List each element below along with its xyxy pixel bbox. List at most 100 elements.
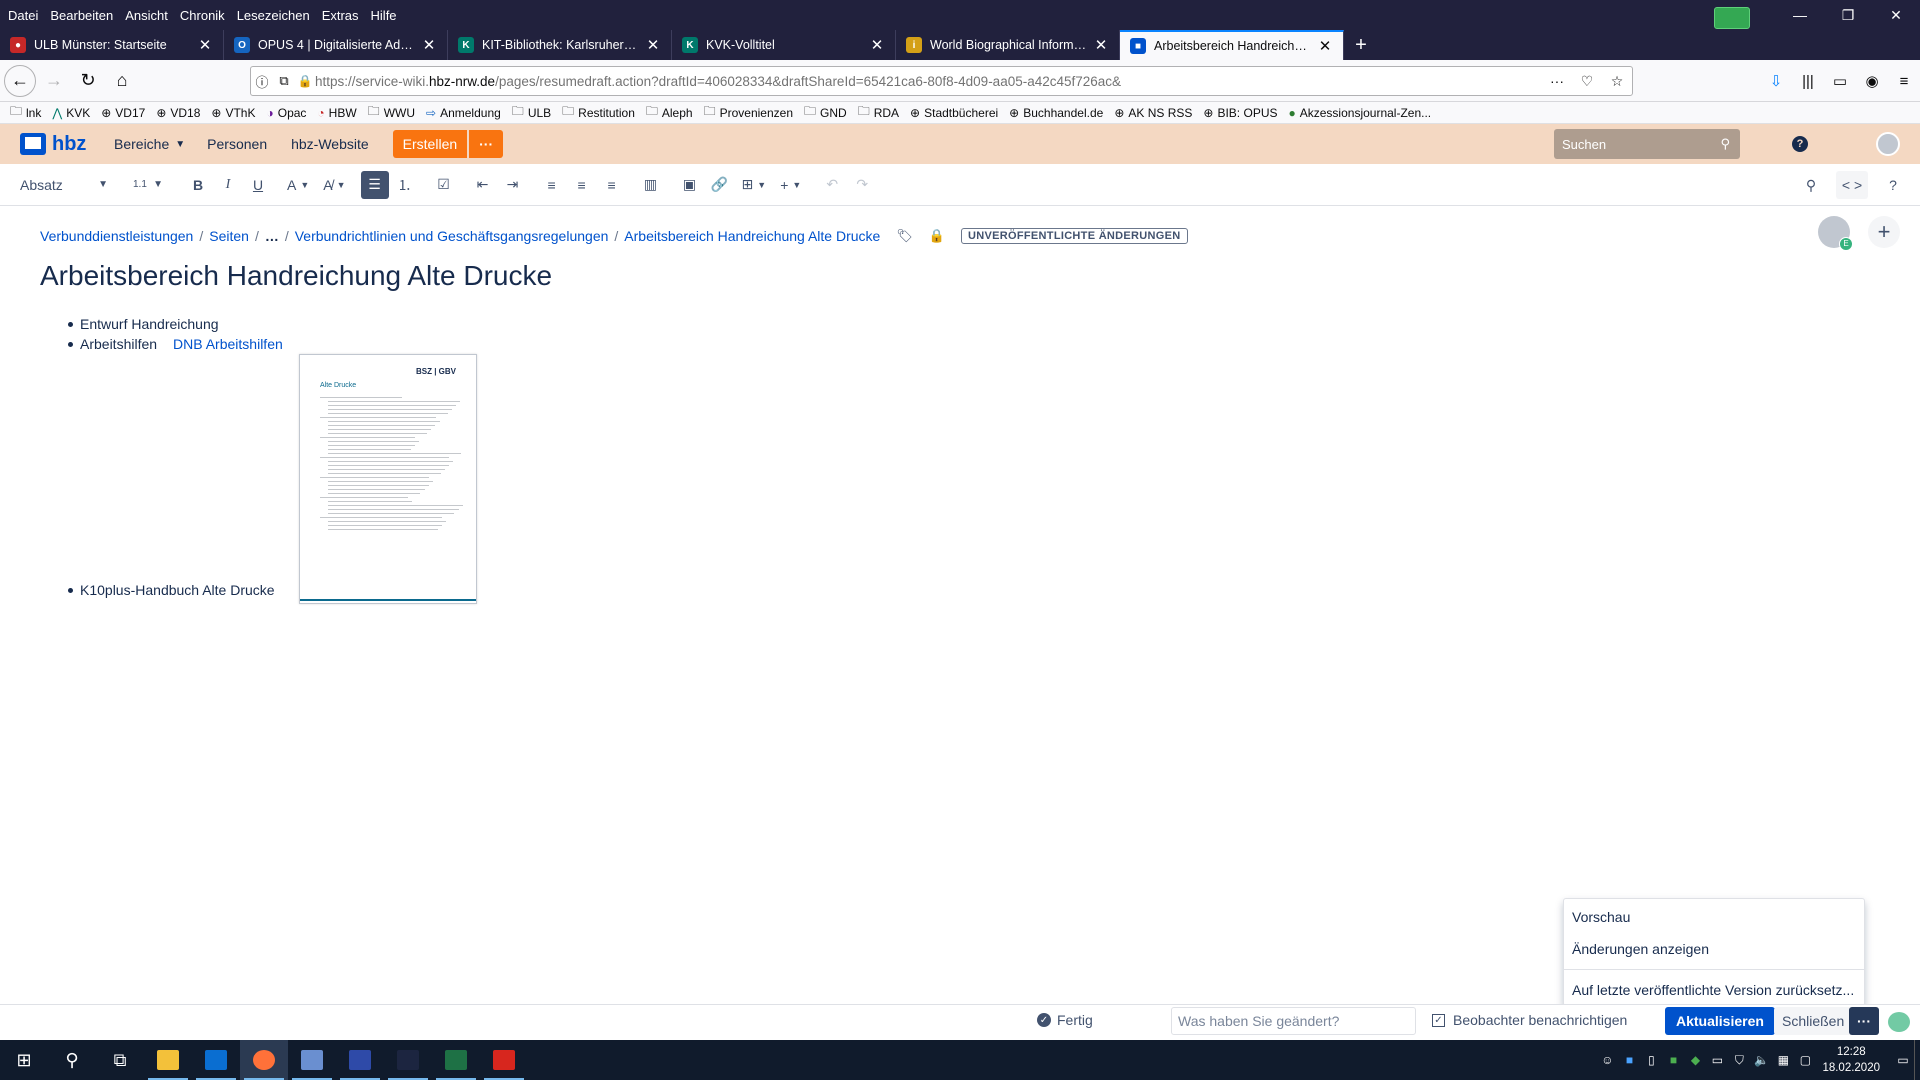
- account-icon[interactable]: ◉: [1856, 72, 1888, 90]
- breadcrumb-item[interactable]: Verbundrichtlinien und Geschäftsgangsreg…: [295, 228, 609, 244]
- bookmark-item[interactable]: ⋀ KVK: [52, 106, 90, 120]
- download-icon[interactable]: ⇩: [1760, 72, 1792, 90]
- acrobat-icon[interactable]: [480, 1040, 528, 1080]
- security-icon[interactable]: ◆: [1684, 1053, 1706, 1067]
- reload-icon[interactable]: ↻: [72, 65, 104, 97]
- browser-tab[interactable]: ● ULB Münster: Startseite ✕: [0, 30, 224, 60]
- table-icon[interactable]: ⊞ ▼: [736, 171, 773, 199]
- browser-tab[interactable]: O OPUS 4 | Digitalisierte Adressbü ✕: [224, 30, 448, 60]
- underline-icon[interactable]: U: [244, 171, 272, 199]
- indent-icon[interactable]: ⇥: [499, 171, 527, 199]
- library-icon[interactable]: |||: [1792, 73, 1824, 90]
- add-collaborator-icon[interactable]: +: [1868, 216, 1900, 248]
- network-icon[interactable]: ▭: [1706, 1053, 1728, 1067]
- outlook-icon[interactable]: [192, 1040, 240, 1080]
- image-icon[interactable]: ▣: [676, 171, 704, 199]
- menu-datei[interactable]: Datei: [0, 8, 44, 23]
- close-window-icon[interactable]: ✕: [1872, 7, 1920, 24]
- bookmark-star-icon[interactable]: ☆: [1602, 73, 1632, 90]
- bookmark-item[interactable]: 🗀 lnk: [10, 102, 41, 123]
- bookmark-item[interactable]: ⊕ Stadtbücherei: [910, 106, 998, 120]
- people-icon[interactable]: ☺: [1596, 1053, 1618, 1067]
- task-view-icon[interactable]: ⧉: [96, 1040, 144, 1080]
- insert-more-icon[interactable]: + ▼: [774, 171, 807, 199]
- pdf-attachment-preview[interactable]: BSZ | GBV Alte Drucke: [299, 354, 477, 604]
- home-icon[interactable]: ⌂: [106, 65, 138, 97]
- keyboard-icon[interactable]: ▦: [1772, 1053, 1794, 1067]
- excel-icon[interactable]: [432, 1040, 480, 1080]
- menu-item-revert[interactable]: Auf letzte veröffentlichte Version zurüc…: [1564, 974, 1864, 1006]
- list-item[interactable]: Arbeitshilfen DNB Arbeitshilfen: [40, 334, 1840, 354]
- shield-icon[interactable]: ⛉: [1728, 1053, 1750, 1068]
- catalog-app-icon[interactable]: [384, 1040, 432, 1080]
- help-icon[interactable]: ?: [1792, 136, 1808, 152]
- page-title[interactable]: Arbeitsbereich Handreichung Alte Drucke: [40, 260, 552, 292]
- bookmark-item[interactable]: 🗀 Restitution: [562, 102, 635, 123]
- nav-hbz-website[interactable]: hbz-Website: [291, 136, 369, 152]
- breadcrumb-ellipsis[interactable]: …: [265, 228, 279, 244]
- more-options-button[interactable]: ···: [1849, 1007, 1879, 1035]
- notify-watchers-checkbox[interactable]: ✓ Beobachter benachrichtigen: [1432, 1012, 1627, 1028]
- task-list-icon[interactable]: ☑: [430, 171, 458, 199]
- numbered-list-icon[interactable]: ⒈: [391, 171, 419, 199]
- line-height-select[interactable]: 1.1 ▼: [127, 171, 169, 199]
- search-icon[interactable]: ⚲: [1720, 136, 1730, 152]
- menu-bearbeiten[interactable]: Bearbeiten: [44, 8, 119, 23]
- close-button[interactable]: Schließen: [1774, 1007, 1853, 1035]
- page-actions-icon[interactable]: ···: [1542, 73, 1572, 89]
- volume-icon[interactable]: 🔈: [1750, 1053, 1772, 1067]
- file-explorer-icon[interactable]: [144, 1040, 192, 1080]
- paragraph-style-select[interactable]: Absatz ▼: [14, 171, 114, 199]
- collaborator-avatar[interactable]: [1818, 216, 1853, 251]
- link-icon[interactable]: 🔗: [706, 171, 734, 199]
- close-tab-icon[interactable]: ✕: [197, 36, 213, 54]
- unpublished-changes-badge[interactable]: UNVERÖFFENTLICHTE ÄNDERUNGEN: [961, 228, 1188, 244]
- bookmark-item[interactable]: ● Akzessionsjournal-Zen...: [1289, 106, 1432, 120]
- usb-icon[interactable]: ▯: [1640, 1053, 1662, 1067]
- breadcrumb-item[interactable]: Seiten: [209, 228, 249, 244]
- breadcrumb-item[interactable]: Verbunddienstleistungen: [40, 228, 193, 244]
- bookmark-item[interactable]: 🗀 Aleph: [646, 102, 693, 123]
- bookmark-item[interactable]: ◑ Opac: [266, 106, 306, 120]
- green-app-icon[interactable]: ■: [1662, 1053, 1684, 1067]
- hbz-logo[interactable]: hbz: [20, 133, 98, 156]
- find-replace-icon[interactable]: ⚲: [1797, 171, 1825, 199]
- label-tag-icon[interactable]: 🏷: [896, 228, 913, 244]
- forward-icon[interactable]: →: [38, 65, 70, 97]
- close-tab-icon[interactable]: ✕: [421, 36, 437, 54]
- windows-start-icon[interactable]: ⊞: [0, 1040, 48, 1080]
- url-text[interactable]: https://service-wiki.hbz-nrw.de/pages/re…: [315, 74, 1542, 89]
- browser-tab[interactable]: ■ Arbeitsbereich Handreichung A ✕: [1120, 30, 1344, 60]
- page-content[interactable]: Entwurf Handreichung Arbeitshilfen DNB Ar…: [40, 314, 1840, 604]
- bullet-list-icon[interactable]: ☰: [360, 170, 389, 199]
- menu-item-preview[interactable]: Vorschau: [1564, 901, 1864, 933]
- bookmark-item[interactable]: 🗀 WWU: [368, 102, 415, 123]
- menu-chronik[interactable]: Chronik: [174, 8, 231, 23]
- maximize-icon[interactable]: ❐: [1824, 7, 1872, 24]
- chat-icon[interactable]: [1888, 1012, 1910, 1032]
- bookmark-item[interactable]: 🗀 GND: [804, 102, 847, 123]
- bookmark-item[interactable]: ◔ HBW: [317, 106, 356, 120]
- close-tab-icon[interactable]: ✕: [645, 36, 661, 54]
- create-more-button[interactable]: ···: [469, 130, 504, 158]
- url-bar[interactable]: ⓘ ⧉ 🔒 https://service-wiki.hbz-nrw.de/pa…: [250, 66, 1633, 96]
- new-tab-icon[interactable]: +: [1344, 30, 1378, 60]
- show-desktop-button[interactable]: [1914, 1040, 1920, 1080]
- browser-tab[interactable]: i World Biographical Informatior ✕: [896, 30, 1120, 60]
- source-editor-icon[interactable]: < >: [1836, 171, 1868, 199]
- outdent-icon[interactable]: ⇤: [469, 171, 497, 199]
- bookmark-item[interactable]: ⊕ AK NS RSS: [1114, 106, 1192, 120]
- close-tab-icon[interactable]: ✕: [1093, 36, 1109, 54]
- close-tab-icon[interactable]: ✕: [869, 36, 885, 54]
- nav-personen[interactable]: Personen: [207, 136, 267, 152]
- bookmark-item[interactable]: ⊕ Buchhandel.de: [1009, 106, 1103, 120]
- list-item[interactable]: Entwurf Handreichung: [40, 314, 1840, 334]
- restrictions-lock-icon[interactable]: 🔒: [929, 228, 945, 244]
- bookmark-item[interactable]: 🗀 Provenienzen: [704, 102, 793, 123]
- menu-hilfe[interactable]: Hilfe: [365, 8, 403, 23]
- firefox-icon[interactable]: [240, 1040, 288, 1080]
- user-avatar[interactable]: [1876, 132, 1900, 156]
- dnb-arbeitshilfen-link[interactable]: DNB Arbeitshilfen: [173, 336, 283, 352]
- bookmark-item[interactable]: ⊕ BIB: OPUS: [1203, 106, 1277, 120]
- info-icon[interactable]: ⓘ: [251, 72, 273, 91]
